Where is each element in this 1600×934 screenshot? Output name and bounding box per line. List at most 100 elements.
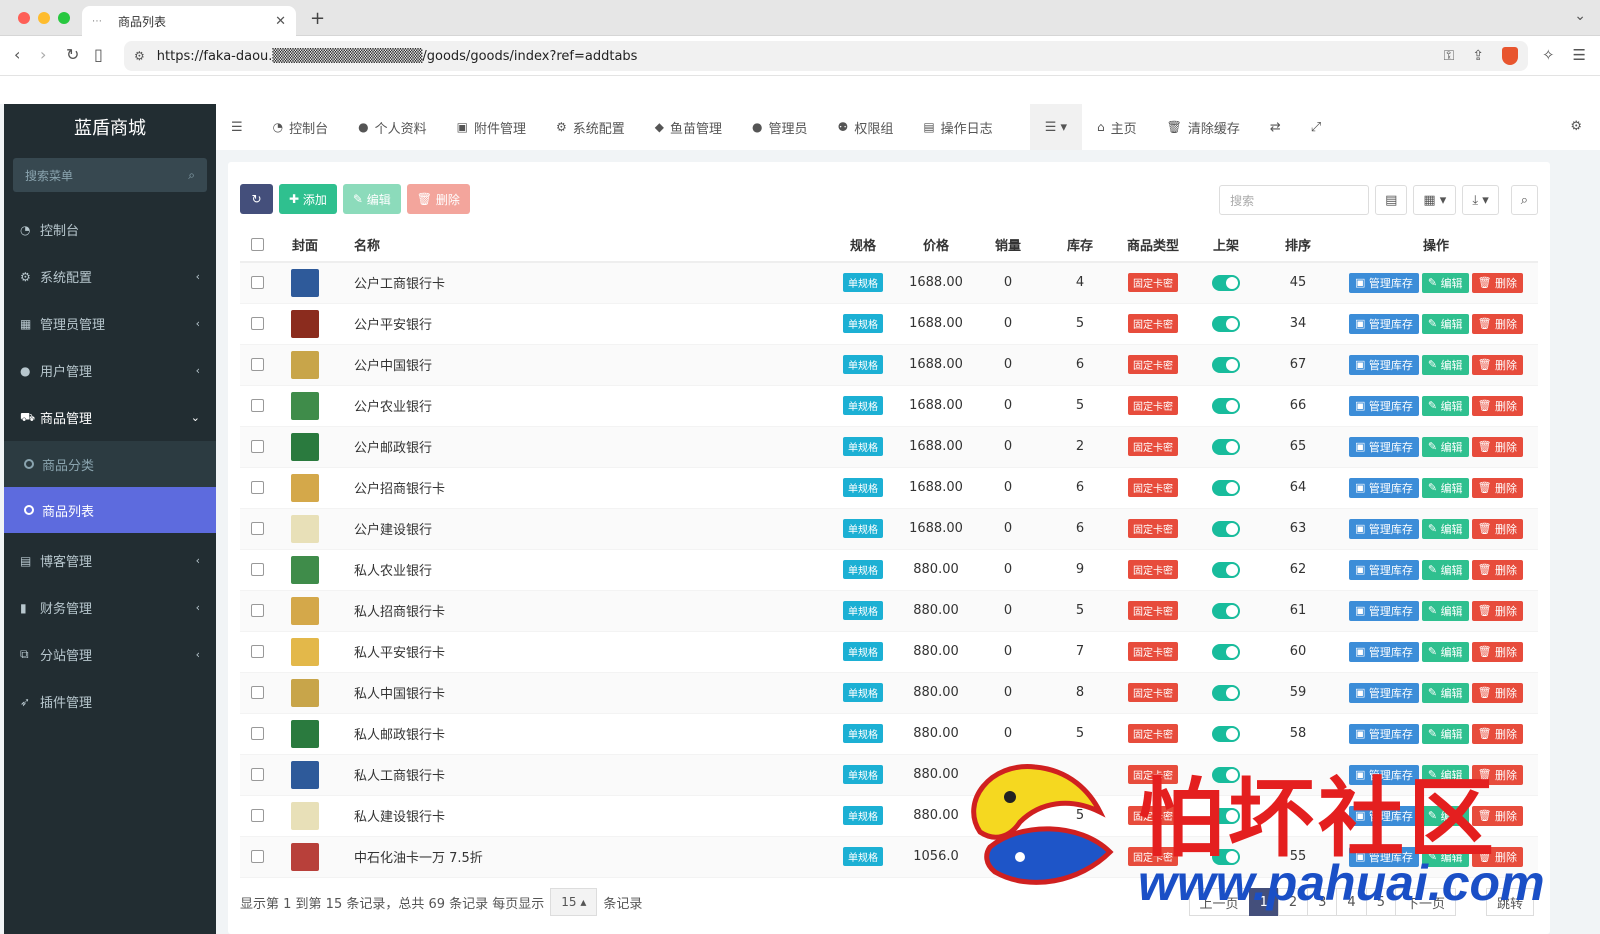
row-checkbox[interactable] bbox=[240, 303, 274, 345]
sidebar-item-dashboard[interactable]: ◔ 控制台 bbox=[4, 206, 216, 253]
row-delete-button[interactable]: 🗑 删除 bbox=[1471, 395, 1524, 416]
row-delete-button[interactable]: 🗑 删除 bbox=[1471, 682, 1524, 703]
row-edit-button[interactable]: ✎ 编辑 bbox=[1421, 436, 1469, 457]
row-edit-button[interactable]: ✎ 编辑 bbox=[1421, 354, 1469, 375]
sidebar-item-blog[interactable]: ▤ 博客管理 ‹ bbox=[4, 537, 216, 584]
row-checkbox[interactable] bbox=[240, 344, 274, 386]
row-delete-button[interactable]: 🗑 删除 bbox=[1471, 313, 1524, 334]
sidebar-toggle-button[interactable]: ☰ bbox=[216, 104, 258, 150]
row-checkbox[interactable] bbox=[240, 426, 274, 468]
row-checkbox[interactable] bbox=[240, 549, 274, 591]
sidebar-item-admins[interactable]: ▦ 管理员管理 ‹ bbox=[4, 300, 216, 347]
brave-shield-icon[interactable] bbox=[1502, 47, 1518, 65]
reload-icon[interactable]: ↻ bbox=[66, 45, 79, 64]
manage-stock-button[interactable]: ▣ 管理库存 bbox=[1348, 272, 1419, 293]
on-sale-toggle[interactable] bbox=[1212, 848, 1240, 865]
cover-image[interactable] bbox=[291, 719, 319, 748]
back-icon[interactable]: ‹ bbox=[14, 45, 20, 64]
new-tab-button[interactable]: + bbox=[310, 8, 325, 29]
tab-close-icon[interactable]: ✕ bbox=[275, 14, 286, 29]
row-edit-button[interactable]: ✎ 编辑 bbox=[1421, 518, 1469, 539]
on-sale-toggle[interactable] bbox=[1212, 643, 1240, 660]
row-edit-button[interactable]: ✎ 编辑 bbox=[1421, 600, 1469, 621]
sidebar-item-goods-category[interactable]: 商品分类 bbox=[4, 441, 216, 487]
row-checkbox[interactable] bbox=[240, 467, 274, 509]
page-button-1[interactable]: 1 bbox=[1248, 888, 1279, 916]
tabs-dropdown-button[interactable]: ☰ ▾ bbox=[1029, 104, 1082, 150]
row-delete-button[interactable]: 🗑 删除 bbox=[1471, 477, 1524, 498]
manage-stock-button[interactable]: ▣ 管理库存 bbox=[1348, 477, 1419, 498]
row-checkbox[interactable] bbox=[240, 713, 274, 755]
tab-attachments[interactable]: ▣ 附件管理 bbox=[442, 104, 541, 150]
sidebar-item-substations[interactable]: ⧉ 分站管理 ‹ bbox=[4, 631, 216, 678]
tab-list-chevron-icon[interactable]: ⌄ bbox=[1574, 8, 1586, 24]
jump-button[interactable]: 跳转 bbox=[1485, 888, 1534, 916]
manage-stock-button[interactable]: ▣ 管理库存 bbox=[1348, 313, 1419, 334]
row-checkbox[interactable] bbox=[240, 836, 274, 878]
share-icon[interactable]: ⇪ bbox=[1472, 48, 1484, 64]
row-delete-button[interactable]: 🗑 删除 bbox=[1471, 436, 1524, 457]
settings-gear-icon[interactable]: ⚙ bbox=[1570, 119, 1582, 134]
close-window-button[interactable] bbox=[18, 12, 30, 24]
site-settings-icon[interactable]: ⚙ bbox=[134, 49, 145, 63]
manage-stock-button[interactable]: ▣ 管理库存 bbox=[1348, 682, 1419, 703]
page-size-select[interactable]: 15 ▴ bbox=[550, 888, 598, 916]
manage-stock-button[interactable]: ▣ 管理库存 bbox=[1348, 805, 1419, 826]
delete-button[interactable]: 🗑 删除 bbox=[406, 184, 470, 214]
manage-stock-button[interactable]: ▣ 管理库存 bbox=[1348, 723, 1419, 744]
cover-image[interactable] bbox=[291, 391, 319, 420]
row-checkbox[interactable] bbox=[240, 590, 274, 632]
minimize-window-button[interactable] bbox=[38, 12, 50, 24]
bookmark-icon[interactable]: ▯ bbox=[94, 45, 103, 64]
cover-image[interactable] bbox=[291, 432, 319, 461]
fullscreen-button[interactable]: ⤢ bbox=[1296, 104, 1336, 150]
add-button[interactable]: ✚ 添加 bbox=[279, 184, 337, 214]
sidebar-item-system-config[interactable]: ⚙ 系统配置 ‹ bbox=[4, 253, 216, 300]
address-bar[interactable]: ⚙ https://faka-daou.▒▒▒▒▒▒▒▒▒▒▒▒▒▒▒/good… bbox=[124, 41, 1528, 71]
cover-image[interactable] bbox=[291, 637, 319, 666]
on-sale-toggle[interactable] bbox=[1212, 479, 1240, 496]
row-delete-button[interactable]: 🗑 删除 bbox=[1471, 354, 1524, 375]
row-checkbox[interactable] bbox=[240, 754, 274, 796]
on-sale-toggle[interactable] bbox=[1212, 397, 1240, 414]
tab-auth-groups[interactable]: ⚉ 权限组 bbox=[823, 104, 909, 150]
menu-search-input[interactable]: 搜索菜单 ⌕ bbox=[13, 158, 207, 192]
manage-stock-button[interactable]: ▣ 管理库存 bbox=[1348, 395, 1419, 416]
brand-logo[interactable]: 蓝盾商城 bbox=[4, 104, 216, 150]
cover-image[interactable] bbox=[291, 473, 319, 502]
row-delete-button[interactable]: 🗑 删除 bbox=[1471, 600, 1524, 621]
row-edit-button[interactable]: ✎ 编辑 bbox=[1421, 313, 1469, 334]
row-edit-button[interactable]: ✎ 编辑 bbox=[1421, 846, 1469, 867]
table-search-input[interactable]: 搜索 bbox=[1219, 185, 1370, 215]
maximize-window-button[interactable] bbox=[58, 12, 70, 24]
manage-stock-button[interactable]: ▣ 管理库存 bbox=[1348, 354, 1419, 375]
manage-stock-button[interactable]: ▣ 管理库存 bbox=[1348, 518, 1419, 539]
row-checkbox[interactable] bbox=[240, 795, 274, 837]
row-delete-button[interactable]: 🗑 删除 bbox=[1471, 764, 1524, 785]
row-delete-button[interactable]: 🗑 删除 bbox=[1471, 518, 1524, 539]
cover-image[interactable] bbox=[291, 514, 319, 543]
row-edit-button[interactable]: ✎ 编辑 bbox=[1421, 272, 1469, 293]
row-delete-button[interactable]: 🗑 删除 bbox=[1471, 805, 1524, 826]
row-checkbox[interactable] bbox=[240, 631, 274, 673]
on-sale-toggle[interactable] bbox=[1212, 602, 1240, 619]
browser-tab[interactable]: ⋯ 商品列表 ✕ bbox=[82, 6, 296, 36]
row-edit-button[interactable]: ✎ 编辑 bbox=[1421, 682, 1469, 703]
on-sale-toggle[interactable] bbox=[1212, 684, 1240, 701]
export-button[interactable]: ⤓ ▾ bbox=[1462, 185, 1499, 215]
prev-page-button[interactable]: 上一页 bbox=[1188, 888, 1250, 916]
manage-stock-button[interactable]: ▣ 管理库存 bbox=[1348, 436, 1419, 457]
edit-button[interactable]: ✎ 编辑 bbox=[342, 184, 401, 214]
sidebar-item-goods-list[interactable]: 商品列表 bbox=[4, 487, 216, 533]
cover-image[interactable] bbox=[291, 309, 319, 338]
cover-image[interactable] bbox=[291, 842, 319, 871]
on-sale-toggle[interactable] bbox=[1212, 561, 1240, 578]
cover-image[interactable] bbox=[291, 801, 319, 830]
row-checkbox[interactable] bbox=[240, 508, 274, 550]
on-sale-toggle[interactable] bbox=[1212, 725, 1240, 742]
cover-image[interactable] bbox=[291, 555, 319, 584]
manage-stock-button[interactable]: ▣ 管理库存 bbox=[1348, 641, 1419, 662]
tab-operation-log[interactable]: ▤ 操作日志 bbox=[908, 104, 1007, 150]
refresh-button[interactable]: ↻ bbox=[240, 184, 273, 214]
page-button-2[interactable]: 2 bbox=[1277, 888, 1309, 916]
